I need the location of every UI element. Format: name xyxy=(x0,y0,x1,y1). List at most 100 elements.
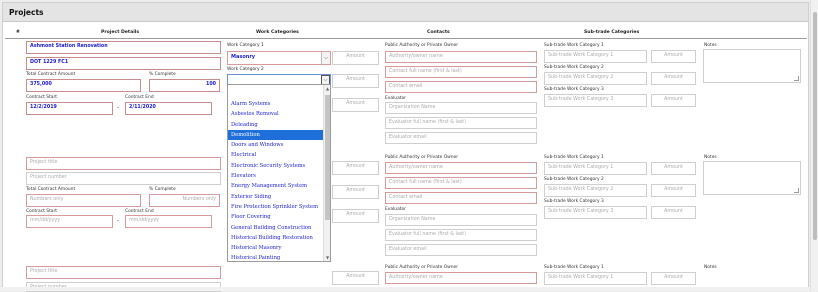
authority-name-input[interactable]: Authority/owner name xyxy=(385,162,537,174)
notes-label: Notes xyxy=(704,43,717,48)
organization-name-input[interactable]: Organization Name xyxy=(385,214,537,226)
notes-label: Notes xyxy=(704,265,717,270)
dropdown-option[interactable]: Electrical xyxy=(228,150,324,160)
subtrade-1-label: Sub-trade Work Category 1 xyxy=(544,43,604,48)
subtrade-2-input[interactable]: Sub-trade Work Category 2 xyxy=(544,72,647,85)
dropdown-option[interactable]: Historical Building Restoration xyxy=(228,233,324,243)
authority-name-input[interactable]: Authority/owner name xyxy=(385,51,537,63)
organization-name-input[interactable]: Organization Name xyxy=(385,102,537,114)
contact-email-input[interactable]: Contact email xyxy=(385,81,537,93)
dropdown-list: Alarm Systems Asbestos Removal Deleading De… xyxy=(228,85,324,261)
projects-panel: Projects # Project Details Work Categori… xyxy=(2,2,809,292)
wc1-label: Work Category 1 xyxy=(227,43,264,48)
dropdown-option[interactable]: Deleading xyxy=(228,120,324,130)
subtrade-amount-2-input[interactable]: Amount xyxy=(651,184,696,197)
amount-1-input[interactable]: Amount xyxy=(332,161,379,175)
evaluator-label: Evaluator xyxy=(385,96,406,101)
subtrade-3-label: Sub-trade Work Category 3 xyxy=(544,87,604,92)
subtrade-amount-1-input[interactable]: Amount xyxy=(651,50,696,63)
subtrade-3-input[interactable]: Sub-trade Work Category 3 xyxy=(544,206,647,219)
subtrade-3-input[interactable]: Sub-trade Work Category 3 xyxy=(544,94,647,107)
amount-1-input[interactable]: Amount xyxy=(332,51,379,65)
amount-3-input[interactable]: Amount xyxy=(332,98,379,112)
public-authority-label: Public Authority or Private Owner xyxy=(385,265,459,270)
subtrade-2-input[interactable]: Sub-trade Work Category 2 xyxy=(544,184,647,197)
contract-end-label: Contract End xyxy=(125,95,154,100)
subtrade-amount-2-input[interactable]: Amount xyxy=(651,72,696,85)
chevron-down-icon[interactable]: ⌵ xyxy=(321,52,330,64)
notes-textarea[interactable] xyxy=(703,49,801,83)
notes-label: Notes xyxy=(704,155,717,160)
amount-2-input[interactable]: Amount xyxy=(332,74,379,88)
contact-email-input[interactable]: Contact email xyxy=(385,192,537,204)
dropdown-option[interactable]: Historical Painting xyxy=(228,253,324,261)
subtrade-1-label: Sub-trade Work Category 1 xyxy=(544,265,604,270)
dropdown-option[interactable]: Asbestos Removal xyxy=(228,109,324,119)
evaluator-name-input[interactable]: Evaluator full name (first & last) xyxy=(385,229,537,241)
dropdown-option[interactable]: Electronic Security Systems xyxy=(228,161,324,171)
header-divider xyxy=(5,38,807,39)
date-separator: - xyxy=(117,217,120,224)
subtrade-amount-1-input[interactable]: Amount xyxy=(651,272,696,285)
amount-2-input[interactable]: Amount xyxy=(332,185,379,199)
dropdown-option[interactable]: Exterior Siding xyxy=(228,192,324,202)
dropdown-scrollbar[interactable]: ▲ ▼ xyxy=(323,85,330,261)
project-number-input[interactable]: Project number xyxy=(26,172,221,185)
subtrade-amount-3-input[interactable]: Amount xyxy=(651,206,696,219)
subtrade-amount-1-input[interactable]: Amount xyxy=(651,162,696,175)
dropdown-option[interactable]: Historical Masonry xyxy=(228,243,324,253)
dropdown-option[interactable]: Doors and Windows xyxy=(228,140,324,150)
subtrade-amount-3-input[interactable]: Amount xyxy=(651,94,696,107)
project-title-input[interactable]: Project title xyxy=(26,157,221,170)
evaluator-name-input[interactable]: Evaluator full name (first & last) xyxy=(385,117,537,129)
page-scroll-thumb[interactable] xyxy=(813,12,817,240)
horizontal-scrollbar[interactable] xyxy=(0,287,810,291)
scroll-up-icon[interactable]: ▲ xyxy=(324,85,331,92)
public-authority-label: Public Authority or Private Owner xyxy=(385,155,459,160)
evaluator-email-input[interactable]: Evaluator email xyxy=(385,132,537,144)
notes-textarea[interactable] xyxy=(703,161,801,195)
page-scrollbar[interactable] xyxy=(810,0,818,291)
contact-name-input[interactable]: Contact full name (first & last) xyxy=(385,177,537,189)
project-number-input[interactable]: DOT 1229 FC1 xyxy=(26,57,221,70)
dropdown-option[interactable]: Floor Covering xyxy=(228,212,324,222)
subtrade-1-input[interactable]: Sub-trade Work Category 1 xyxy=(544,50,647,63)
amount-3-input[interactable]: Amount xyxy=(332,209,379,223)
percent-complete-label: % Complete xyxy=(149,187,176,192)
dropdown-option[interactable]: Alarm Systems xyxy=(228,99,324,109)
contract-start-input[interactable]: 12/2/2019 xyxy=(26,102,113,115)
total-contract-input[interactable]: 375,000 xyxy=(26,79,141,92)
work-category-dropdown[interactable]: Alarm Systems Asbestos Removal Deleading De… xyxy=(227,84,331,262)
public-authority-label: Public Authority or Private Owner xyxy=(385,43,459,48)
subtrade-1-input[interactable]: Sub-trade Work Category 1 xyxy=(544,162,647,175)
project-title-input[interactable]: Project title xyxy=(26,266,221,279)
percent-complete-input[interactable]: Numbers only xyxy=(149,194,220,207)
percent-complete-input[interactable]: 100 xyxy=(149,79,220,92)
evaluator-label: Evaluator xyxy=(385,207,406,212)
amount-1-input[interactable]: Amount xyxy=(332,271,379,285)
dropdown-option[interactable]: General Building Construction xyxy=(228,223,324,233)
subtrade-2-label: Sub-trade Work Category 2 xyxy=(544,65,604,70)
percent-complete-label: % Complete xyxy=(149,72,176,77)
evaluator-email-input[interactable]: Evaluator email xyxy=(385,244,537,256)
dropdown-option[interactable]: Energy Management System xyxy=(228,181,324,191)
wc2-label: Work Category 2 xyxy=(227,67,264,72)
dropdown-option[interactable]: Elevators xyxy=(228,171,324,181)
dropdown-option[interactable]: Fire Protection Sprinkler System xyxy=(228,202,324,212)
authority-name-input[interactable]: Authority/owner name xyxy=(385,272,537,284)
contact-name-input[interactable]: Contact full name (first & last) xyxy=(385,66,537,78)
subtrade-1-input[interactable]: Sub-trade Work Category 1 xyxy=(544,272,647,285)
contract-end-input[interactable]: 2/11/2020 xyxy=(125,102,212,115)
subtrade-1-label: Sub-trade Work Category 1 xyxy=(544,155,604,160)
dropdown-option[interactable]: Demolition xyxy=(228,129,324,141)
contract-end-label: Contract End xyxy=(125,209,154,214)
dropdown-scroll-thumb[interactable] xyxy=(325,95,330,220)
contract-end-input[interactable]: mm/dd/yyyy xyxy=(125,215,212,228)
work-category-1-select[interactable]: Masonry ⌵ xyxy=(227,51,331,65)
contract-start-label: Contract Start xyxy=(26,95,58,100)
contract-start-input[interactable]: mm/dd/yyyy xyxy=(26,215,113,228)
project-title-input[interactable]: Ashmont Station Renovation xyxy=(26,41,221,54)
total-contract-input[interactable]: Numbers only xyxy=(26,194,141,207)
scroll-down-icon[interactable]: ▼ xyxy=(324,254,331,261)
page-title: Projects xyxy=(3,3,808,22)
